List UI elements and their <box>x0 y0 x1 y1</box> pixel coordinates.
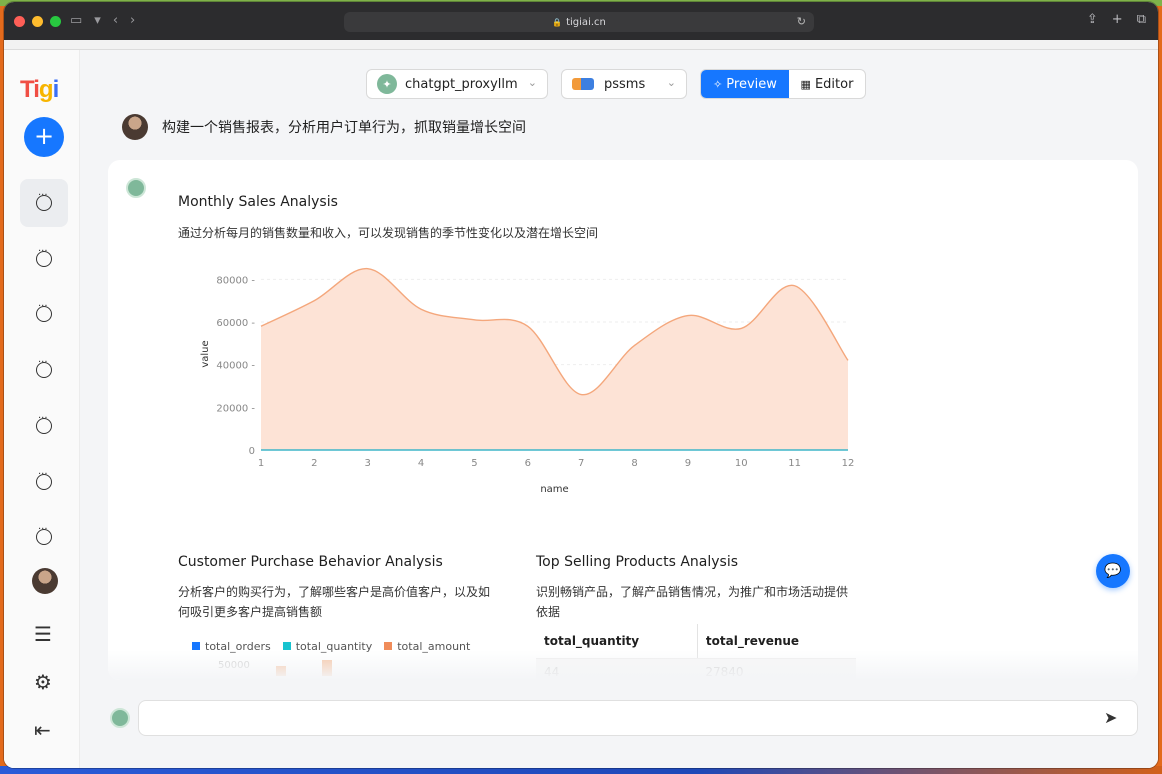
send-icon[interactable]: ➤ <box>1104 708 1117 727</box>
browser-window: ▭ ▾ ‹ › 🔒 tigiai.cn ↻ ⇪ + ⧉ Tigi + ··· ·… <box>4 2 1158 768</box>
x-tick-label: 4 <box>418 458 424 469</box>
chevron-down-icon: ⌄ <box>666 76 676 89</box>
close-window-button[interactable] <box>14 16 25 27</box>
window-controls <box>14 16 61 27</box>
x-tick-label: 11 <box>788 458 801 469</box>
sidebar-item-chat-1[interactable] <box>20 179 68 227</box>
chat-bubble-icon <box>36 246 52 267</box>
assistant-answer-card: Monthly Sales Analysis 通过分析每月的销售数量和收入，可以… <box>108 160 1138 680</box>
view-mode-toggle: ✧ Preview ▦ Editor <box>700 69 866 99</box>
chevron-down-icon: ⌄ <box>527 76 537 89</box>
chat-input[interactable] <box>138 700 1138 736</box>
chart-title: Monthly Sales Analysis <box>178 194 338 210</box>
sidebar-item-chat-7[interactable] <box>20 513 68 561</box>
chat-bubble-icon <box>36 357 52 378</box>
menu-icon[interactable]: ☰ <box>34 622 52 646</box>
y-tick-label: 80000 - <box>216 275 255 286</box>
x-axis-label: name <box>540 484 568 495</box>
y-tick-label: 60000 - <box>216 318 255 329</box>
section-title-customer: Customer Purchase Behavior Analysis <box>178 554 443 570</box>
scroll-fade <box>108 650 1138 680</box>
chat-bubble-icon <box>36 524 52 545</box>
sidebar-item-chat-2[interactable] <box>20 235 68 283</box>
sidebar-icon[interactable]: ▭ <box>70 13 82 28</box>
x-tick-label: 3 <box>365 458 371 469</box>
sidebar-item-chat-4[interactable] <box>20 346 68 394</box>
x-tick-label: 12 <box>842 458 855 469</box>
gear-icon[interactable]: ⚙ <box>34 670 52 694</box>
back-icon[interactable]: ‹ <box>113 13 118 28</box>
x-tick-label: 7 <box>578 458 584 469</box>
chart-subtitle: 通过分析每月的销售数量和收入，可以发现销售的季节性变化以及潜在增长空间 <box>178 226 599 240</box>
minimize-window-button[interactable] <box>32 16 43 27</box>
zoom-window-button[interactable] <box>50 16 61 27</box>
chat-bubble-icon <box>36 190 52 211</box>
new-chat-button[interactable]: + <box>24 117 64 157</box>
avatar <box>122 114 148 140</box>
chat-bubble-icon <box>36 301 52 322</box>
reload-icon[interactable]: ↻ <box>797 15 806 28</box>
x-tick-label: 9 <box>685 458 691 469</box>
y-tick-label: 40000 - <box>216 361 255 372</box>
tab-strip <box>4 40 1158 50</box>
section-title-products: Top Selling Products Analysis <box>536 554 739 570</box>
database-icon <box>572 78 594 90</box>
section-text-products: 识别畅销产品，了解产品销售情况，为推广和市场活动提供依据 <box>536 585 849 619</box>
app-logo[interactable]: Tigi <box>20 76 59 104</box>
forward-icon[interactable]: › <box>130 13 135 28</box>
assistant-icon <box>126 178 146 198</box>
editor-button[interactable]: ▦ Editor <box>789 70 865 98</box>
browser-actions: ⇪ + ⧉ <box>1087 12 1146 27</box>
app-root: Tigi + ☰ ⚙ ⇤ ✦ chatgpt_proxyllm ⌄ pssms <box>4 50 1158 768</box>
database-select[interactable]: pssms ⌄ <box>561 69 687 99</box>
y-tick-label: 20000 - <box>216 403 255 414</box>
support-chat-button[interactable]: 💬 <box>1096 554 1130 588</box>
chat-bubble-icon <box>36 469 52 490</box>
sidebar-item-chat-6[interactable] <box>20 458 68 506</box>
x-tick-label: 8 <box>631 458 637 469</box>
user-avatar[interactable] <box>32 568 58 594</box>
monthly-sales-chart: 020000 -40000 -60000 -80000 -1 2 3 4 5 6 7 8 9 10… <box>200 267 855 495</box>
x-tick-label: 10 <box>735 458 748 469</box>
sidebar: Tigi + ☰ ⚙ ⇤ <box>4 50 80 768</box>
lock-icon: 🔒 <box>552 17 563 27</box>
chevron-down-icon[interactable]: ▾ <box>94 13 101 28</box>
sidebar-item-chat-3[interactable] <box>20 290 68 338</box>
database-name: pssms <box>604 76 646 92</box>
x-tick-label: 6 <box>525 458 531 469</box>
user-message-row: 构建一个销售报表，分析用户订单行为，抓取销量增长空间 <box>122 114 526 140</box>
section-text-customer: 分析客户的购买行为，了解哪些客户是高价值客户，以及如何吸引更多客户提高销售额 <box>178 585 491 619</box>
model-name: chatgpt_proxyllm <box>405 76 518 92</box>
sidebar-item-chat-5[interactable] <box>20 402 68 450</box>
share-icon[interactable]: ⇪ <box>1087 12 1098 27</box>
new-tab-icon[interactable]: + <box>1112 12 1123 27</box>
sparkle-icon: ✧ <box>713 77 723 91</box>
assistant-icon <box>110 708 130 728</box>
collapse-icon[interactable]: ⇤ <box>34 718 51 742</box>
grid-icon: ▦ <box>800 77 811 91</box>
tabs-icon[interactable]: ⧉ <box>1137 12 1146 27</box>
y-axis-label: value <box>200 340 211 367</box>
address-bar[interactable]: 🔒 tigiai.cn ↻ <box>344 12 814 32</box>
x-tick-label: 1 <box>258 458 264 469</box>
chat-bubble-icon <box>36 413 52 434</box>
preview-button[interactable]: ✧ Preview <box>701 70 789 98</box>
user-message: 构建一个销售报表，分析用户订单行为，抓取销量增长空间 <box>162 120 526 136</box>
openai-icon: ✦ <box>377 74 397 94</box>
chat-topbar: ✦ chatgpt_proxyllm ⌄ pssms ⌄ ✧ Preview ▦ E… <box>80 50 1158 110</box>
series-area <box>261 268 848 450</box>
model-select[interactable]: ✦ chatgpt_proxyllm ⌄ <box>366 69 548 99</box>
browser-nav: ▭ ▾ ‹ › <box>70 13 135 28</box>
url-text: tigiai.cn <box>566 16 606 28</box>
y-tick-label: 0 <box>249 446 255 457</box>
x-tick-label: 5 <box>471 458 477 469</box>
browser-titlebar: ▭ ▾ ‹ › 🔒 tigiai.cn ↻ ⇪ + ⧉ <box>4 2 1158 40</box>
x-tick-label: 2 <box>311 458 317 469</box>
